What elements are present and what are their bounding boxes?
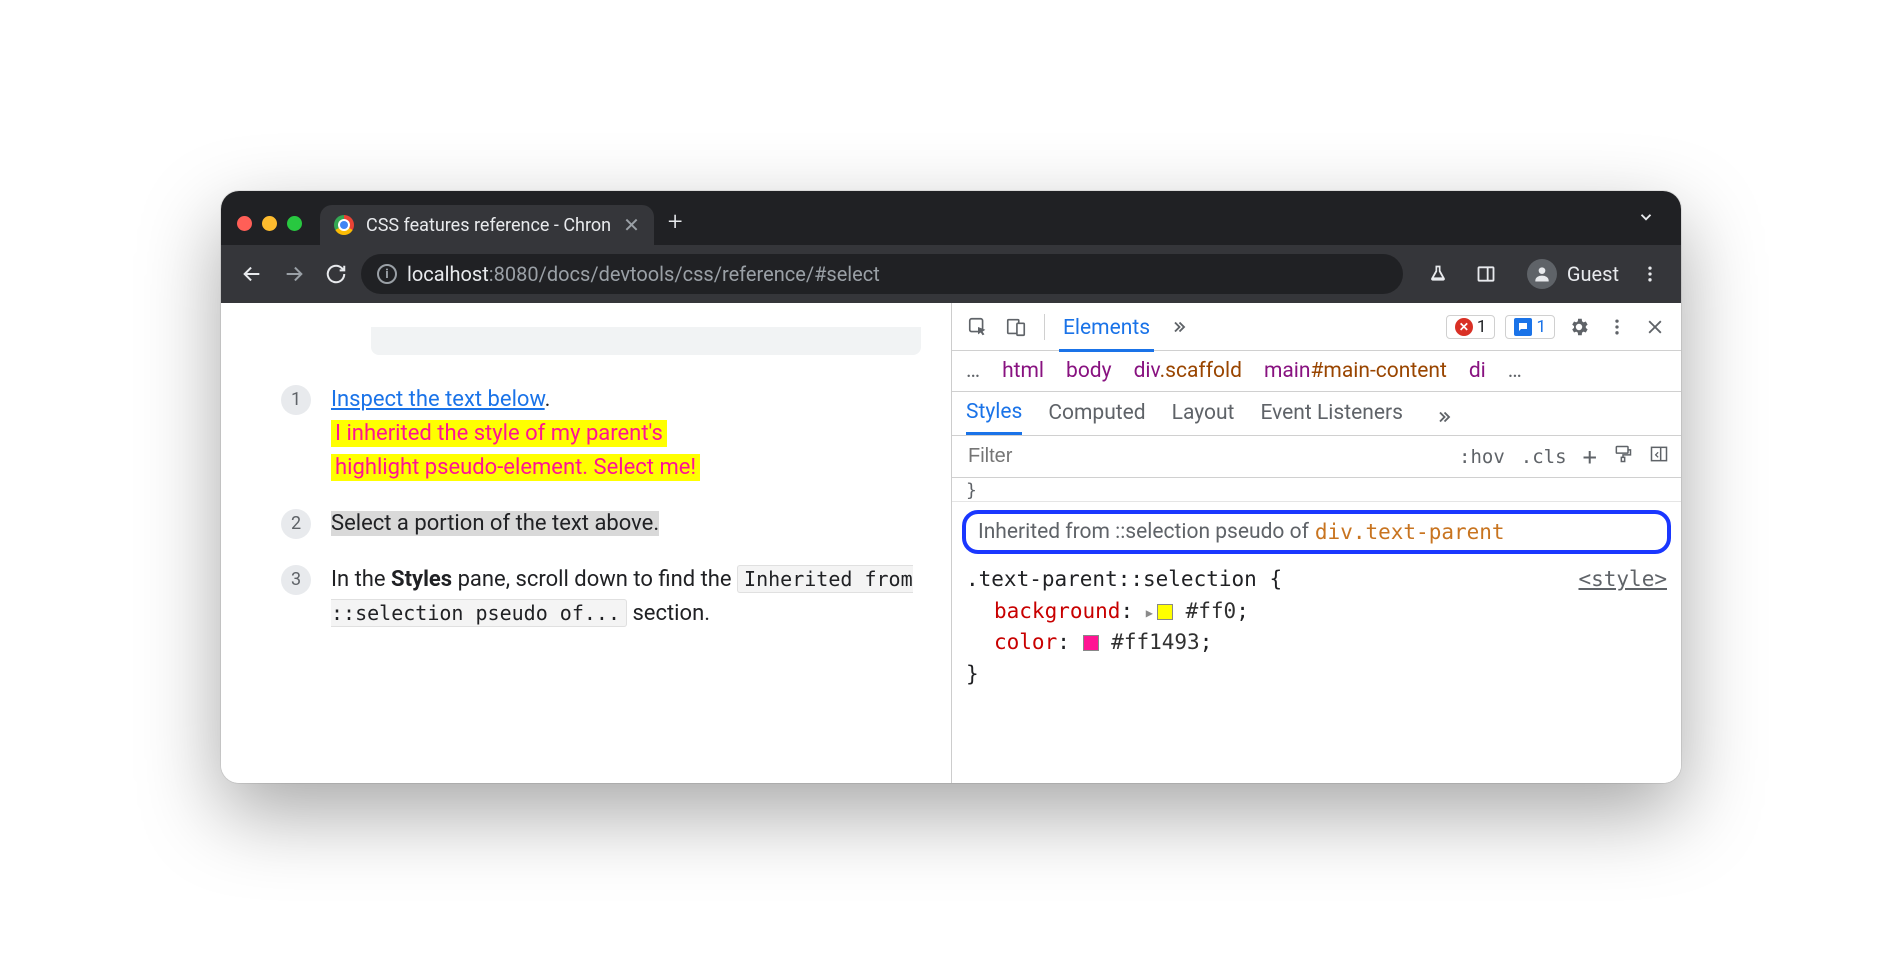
minimize-window-icon[interactable] (262, 216, 277, 231)
styles-filter-input[interactable] (964, 441, 1445, 472)
breadcrumb-overflow-left[interactable]: … (966, 359, 980, 383)
issues-count: 1 (1536, 317, 1546, 337)
instruction-list: Inspect the text below. I inherited the … (281, 383, 921, 632)
bc-di[interactable]: di (1469, 359, 1486, 383)
back-button[interactable] (235, 257, 269, 291)
bc-div-scaffold[interactable]: div.scaffold (1134, 359, 1242, 383)
styles-filter-bar: :hov .cls + (952, 436, 1681, 478)
page-header-placeholder (371, 327, 921, 355)
rendered-page: Inspect the text below. I inherited the … (221, 303, 951, 783)
avatar-icon (1527, 259, 1557, 289)
hov-toggle[interactable]: :hov (1459, 446, 1505, 468)
error-icon: ✕ (1455, 318, 1473, 336)
url-text: localhost:8080/docs/devtools/css/referen… (407, 262, 880, 286)
more-tabs-icon[interactable] (1164, 313, 1192, 341)
tabs-dropdown-icon[interactable] (1637, 208, 1655, 231)
content-area: Inspect the text below. I inherited the … (221, 303, 1681, 783)
subtab-styles[interactable]: Styles (966, 400, 1022, 435)
kebab-menu-icon[interactable] (1633, 257, 1667, 291)
issues-badge[interactable]: 1 (1505, 315, 1555, 339)
panel-icon[interactable] (1469, 257, 1503, 291)
device-toggle-icon[interactable] (1002, 313, 1030, 341)
rule-declaration-color[interactable]: color: #ff1493; (966, 627, 1667, 659)
bc-main[interactable]: main#main-content (1264, 359, 1447, 383)
labs-icon[interactable] (1421, 257, 1455, 291)
devtools-toolbar: Elements ✕ 1 1 (952, 303, 1681, 351)
step2-text: Select a portion of the text above. (331, 511, 659, 536)
new-tab-button[interactable]: + (668, 207, 683, 237)
site-info-icon[interactable]: i (377, 264, 397, 284)
more-subtabs-icon[interactable] (1429, 403, 1457, 431)
highlighted-text-line2[interactable]: highlight pseudo-element. Select me! (331, 454, 700, 481)
profile-chip[interactable]: Guest (1527, 259, 1619, 289)
devtools-kebab-icon[interactable] (1603, 313, 1631, 341)
new-style-rule-icon[interactable]: + (1583, 443, 1597, 471)
devtools-panel: Elements ✕ 1 1 (951, 303, 1681, 783)
step3-post: section. (627, 601, 710, 626)
issue-icon (1514, 318, 1532, 336)
rule-declaration-background[interactable]: background: ▶ #ff0; (966, 596, 1667, 628)
subtab-event-listeners[interactable]: Event Listeners (1260, 401, 1402, 433)
chrome-favicon-icon (334, 215, 354, 235)
subtab-computed[interactable]: Computed (1048, 401, 1145, 433)
subtab-layout[interactable]: Layout (1172, 401, 1235, 433)
profile-label: Guest (1567, 262, 1619, 286)
tab-title: CSS features reference - Chron (366, 215, 611, 236)
titlebar: CSS features reference - Chron ✕ + (221, 191, 1681, 245)
close-tab-icon[interactable]: ✕ (623, 213, 640, 237)
reload-button[interactable] (319, 257, 353, 291)
inspect-link[interactable]: Inspect the text below (331, 387, 545, 412)
inherited-from-section-header[interactable]: Inherited from ::selection pseudo of div… (962, 510, 1671, 554)
address-bar[interactable]: i localhost:8080/docs/devtools/css/refer… (361, 254, 1403, 294)
toolbar: i localhost:8080/docs/devtools/css/refer… (221, 245, 1681, 303)
errors-count: 1 (1477, 317, 1487, 337)
browser-window: CSS features reference - Chron ✕ + i loc… (221, 191, 1681, 783)
inherit-prefix: Inherited from ::selection pseudo of (978, 520, 1309, 544)
forward-button[interactable] (277, 257, 311, 291)
css-rule[interactable]: .text-parent::selection { <style> backgr… (952, 560, 1681, 700)
dom-breadcrumb[interactable]: … html body div.scaffold main#main-conte… (952, 351, 1681, 392)
step-2: Select a portion of the text above. (281, 507, 921, 541)
bc-html[interactable]: html (1002, 359, 1044, 383)
step3-bold: Styles (391, 567, 452, 592)
rule-source-link[interactable]: <style> (1578, 564, 1667, 596)
styles-subtabs: Styles Computed Layout Event Listeners (952, 392, 1681, 436)
cls-toggle[interactable]: .cls (1521, 446, 1567, 468)
devtools-close-icon[interactable] (1641, 313, 1669, 341)
computed-sidebar-icon[interactable] (1649, 444, 1669, 469)
step3-mid: pane, scroll down to find the (452, 567, 737, 592)
close-window-icon[interactable] (237, 216, 252, 231)
color-swatch-color[interactable] (1083, 635, 1099, 651)
highlighted-text-line1[interactable]: I inherited the style of my parent's (331, 420, 667, 447)
traffic-lights (237, 216, 302, 231)
step3-pre: In the (331, 567, 391, 592)
rule-selector[interactable]: .text-parent::selection (966, 564, 1257, 596)
step1-dot: . (545, 387, 551, 412)
color-swatch-bg[interactable] (1157, 604, 1173, 620)
prev-rule-closing-brace: } (952, 478, 1681, 502)
expand-shorthand-icon[interactable]: ▶ (1146, 604, 1153, 622)
tab-elements[interactable]: Elements (1059, 310, 1154, 352)
browser-tab[interactable]: CSS features reference - Chron ✕ (320, 205, 654, 245)
paint-icon[interactable] (1613, 444, 1633, 469)
bc-body[interactable]: body (1066, 359, 1112, 383)
maximize-window-icon[interactable] (287, 216, 302, 231)
errors-badge[interactable]: ✕ 1 (1446, 315, 1496, 339)
step-3: In the Styles pane, scroll down to find … (281, 563, 921, 631)
inherit-selector: div.text-parent (1315, 520, 1505, 544)
settings-gear-icon[interactable] (1565, 313, 1593, 341)
step-1: Inspect the text below. I inherited the … (281, 383, 921, 485)
inspect-element-icon[interactable] (964, 313, 992, 341)
breadcrumb-overflow-right[interactable]: … (1508, 359, 1522, 383)
